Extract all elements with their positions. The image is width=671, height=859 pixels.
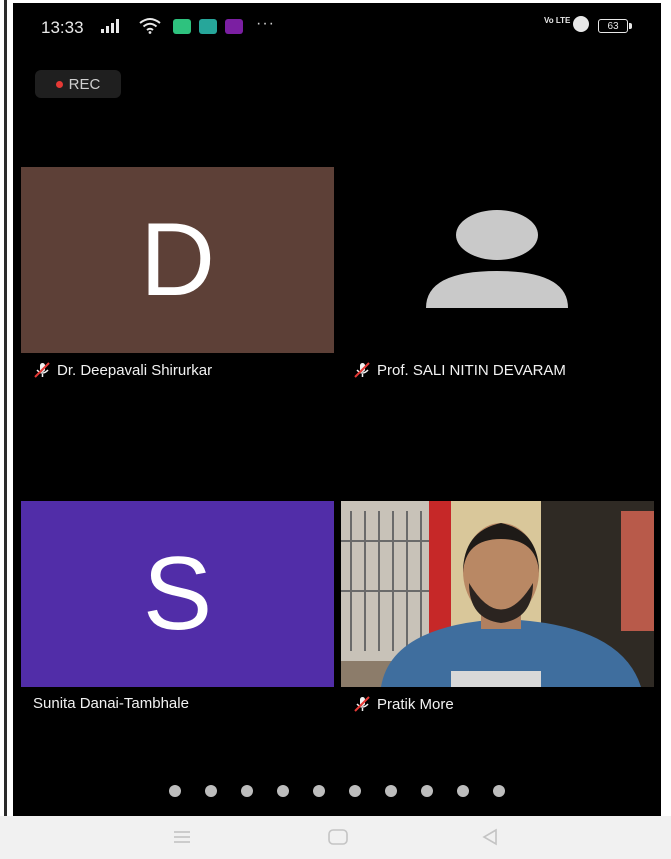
download-app-icon [173,19,191,34]
participant-tile-3[interactable]: S [21,501,334,687]
page-dot[interactable] [277,785,289,797]
participant-video [341,501,654,687]
wifi-icon [139,18,161,34]
participant-label-1: Dr. Deepavali Shirurkar [33,361,212,379]
alarm-icon [573,16,589,32]
participant-name: Dr. Deepavali Shirurkar [57,361,213,379]
participant-tile-4[interactable] [341,501,654,687]
participant-label-2: Prof. SALI NITIN DEVARAM [353,361,566,379]
participant-name: Pratik More [377,695,454,713]
menu-icon[interactable] [172,828,192,846]
battery-icon: 63 [598,19,628,33]
back-icon[interactable] [480,828,500,846]
battery-tip [629,23,632,29]
gallery-app-icon [199,19,217,34]
participant-tile-1[interactable]: D [21,167,334,353]
participant-name: Prof. SALI NITIN DEVARAM [377,361,566,379]
page-dot[interactable] [205,785,217,797]
more-notifications-icon: ··· [256,15,275,32]
mic-muted-icon [354,362,370,378]
payment-app-icon [225,19,243,34]
home-icon[interactable] [327,828,349,846]
page-dot[interactable] [385,785,397,797]
participant-label-4: Pratik More [353,695,454,713]
volte-indicator: Vo LTE [544,16,571,25]
mic-muted-icon [354,696,370,712]
page-dot[interactable] [241,785,253,797]
meeting-screen: 13:33 ··· Vo LTE 63 REC D Dr. Deepavali … [13,3,661,816]
page-dot[interactable] [313,785,325,797]
participant-tile-2[interactable] [341,167,654,353]
participant-initial: S [142,536,213,652]
recording-dot-icon [55,80,63,88]
page-dot[interactable] [169,785,181,797]
page-dot[interactable] [457,785,469,797]
page-indicator [13,785,661,797]
navigation-bar [0,816,671,859]
status-time: 13:33 [41,18,84,37]
signal-icon [101,17,119,33]
participant-label-3: Sunita Danai-Tambhale [33,695,189,712]
page-dot[interactable] [421,785,433,797]
recording-badge[interactable]: REC [35,70,121,98]
mic-muted-icon [34,362,50,378]
frame-left-line [4,0,7,816]
status-bar: 13:33 ··· Vo LTE 63 [13,3,661,49]
participant-name: Sunita Danai-Tambhale [33,695,189,712]
default-avatar-icon [426,210,568,308]
recording-label: REC [68,75,101,93]
battery-level: 63 [607,21,619,32]
page-dot[interactable] [349,785,361,797]
page-dot[interactable] [493,785,505,797]
participant-initial: D [139,202,216,318]
